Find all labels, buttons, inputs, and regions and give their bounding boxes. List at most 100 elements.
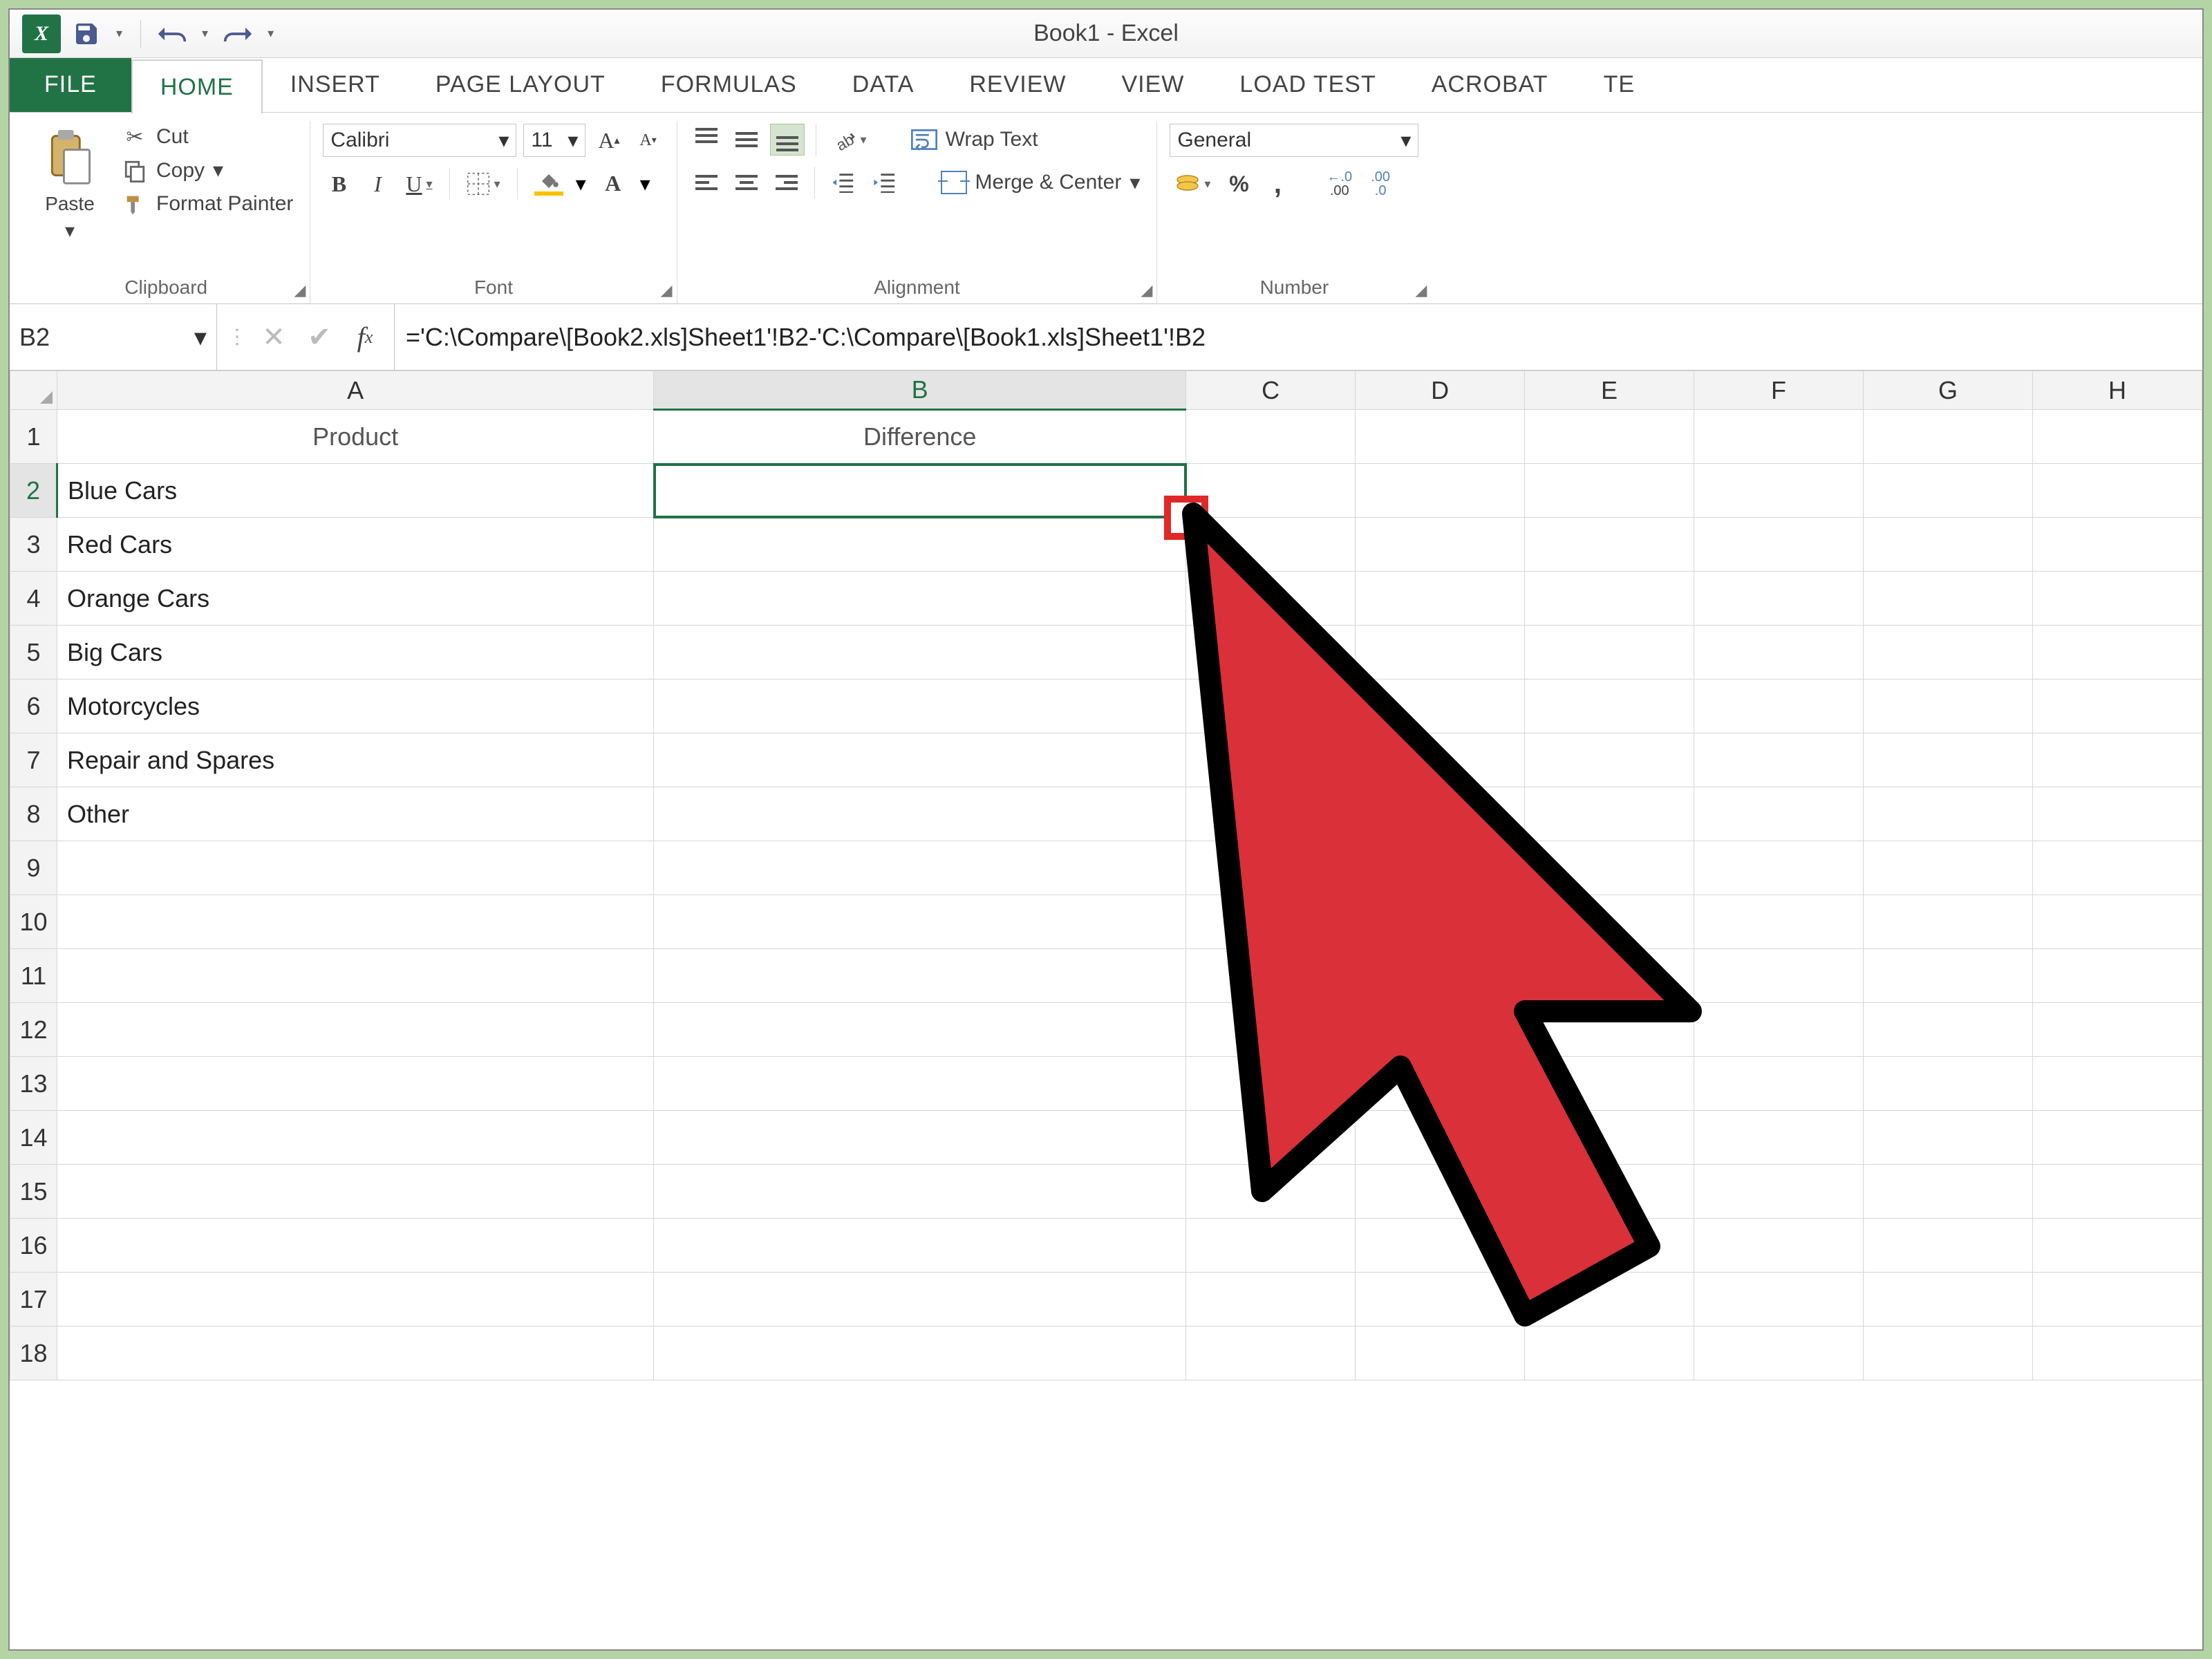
cell-C1[interactable] [1186, 410, 1356, 464]
cell-B8[interactable] [654, 787, 1186, 841]
row-header-8[interactable]: 8 [10, 787, 57, 841]
row-header-17[interactable]: 17 [10, 1273, 57, 1327]
cell-A13[interactable] [57, 1057, 654, 1111]
cell-B1[interactable]: Difference [654, 410, 1186, 464]
align-top-button[interactable] [690, 124, 723, 156]
column-header-D[interactable]: D [1356, 371, 1525, 410]
row-header-16[interactable]: 16 [10, 1219, 57, 1273]
percent-button[interactable]: % [1223, 168, 1255, 200]
row-header-4[interactable]: 4 [10, 572, 57, 626]
cell-H16[interactable] [2032, 1219, 2202, 1273]
cell-A17[interactable] [57, 1273, 654, 1327]
chevron-down-icon[interactable]: ▾ [576, 172, 586, 196]
chevron-down-icon[interactable]: ▾ [640, 172, 650, 196]
cell-B6[interactable] [654, 679, 1186, 733]
row-header-14[interactable]: 14 [10, 1111, 57, 1165]
tab-data[interactable]: DATA [825, 58, 942, 112]
dialog-launcher-icon[interactable]: ◢ [294, 281, 306, 299]
cell-A3[interactable]: Red Cars [57, 518, 654, 572]
dialog-launcher-icon[interactable]: ◢ [1415, 281, 1427, 299]
accounting-format-button[interactable]: ▾ [1170, 168, 1216, 200]
column-header-G[interactable]: G [1864, 371, 2033, 410]
column-header-F[interactable]: F [1694, 371, 1864, 410]
row-header-6[interactable]: 6 [10, 679, 57, 733]
cell-B9[interactable] [654, 841, 1186, 895]
cell-G17[interactable] [1864, 1273, 2033, 1327]
dialog-launcher-icon[interactable]: ◢ [1141, 281, 1152, 299]
cell-B10[interactable] [654, 895, 1186, 949]
tab-page-layout[interactable]: PAGE LAYOUT [408, 58, 633, 112]
cell-H5[interactable] [2032, 626, 2202, 679]
cell-H11[interactable] [2032, 949, 2202, 1003]
bold-button[interactable]: B [323, 168, 355, 200]
cut-button[interactable]: ✂ Cut [118, 124, 297, 150]
row-header-7[interactable]: 7 [10, 733, 57, 787]
cell-B15[interactable] [654, 1165, 1186, 1219]
cell-G8[interactable] [1864, 787, 2033, 841]
cell-A10[interactable] [57, 895, 654, 949]
cell-H4[interactable] [2032, 572, 2202, 626]
cell-B16[interactable] [654, 1219, 1186, 1273]
insert-function-button[interactable]: fx [346, 318, 384, 357]
cell-G4[interactable] [1864, 572, 2033, 626]
select-all-corner[interactable] [10, 371, 57, 410]
cell-A1[interactable]: Product [57, 410, 654, 464]
column-header-E[interactable]: E [1525, 371, 1694, 410]
font-size-dropdown[interactable]: 11 ▾ [523, 124, 585, 157]
paste-button[interactable]: Paste ▾ [35, 124, 105, 245]
row-header-12[interactable]: 12 [10, 1003, 57, 1057]
cell-A11[interactable] [57, 949, 654, 1003]
cell-H2[interactable] [2032, 464, 2202, 518]
merge-center-button[interactable]: Merge & Center ▾ [937, 169, 1145, 196]
cell-D1[interactable] [1356, 410, 1525, 464]
decrease-decimal-button[interactable]: .00 .0 [1365, 168, 1396, 200]
format-painter-button[interactable]: Format Painter [118, 191, 297, 217]
cell-A18[interactable] [57, 1327, 654, 1380]
worksheet-area[interactable]: ABCDEFGH 1ProductDifference2Blue Cars3Re… [10, 371, 2202, 1649]
cancel-formula-button[interactable]: ✕ [254, 318, 293, 357]
row-header-18[interactable]: 18 [10, 1327, 57, 1380]
decrease-font-button[interactable]: A▾ [632, 124, 664, 156]
cell-A2[interactable]: Blue Cars [57, 464, 654, 518]
cell-H1[interactable] [2032, 410, 2202, 464]
undo-dropdown-arrow[interactable]: ▾ [198, 26, 212, 41]
tab-review[interactable]: REVIEW [941, 58, 1094, 112]
cell-G7[interactable] [1864, 733, 2033, 787]
align-right-button[interactable] [770, 167, 803, 198]
row-header-2[interactable]: 2 [10, 464, 57, 518]
redo-button[interactable] [221, 17, 255, 51]
row-header-3[interactable]: 3 [10, 518, 57, 572]
confirm-formula-button[interactable]: ✔ [300, 318, 339, 357]
cell-A5[interactable]: Big Cars [57, 626, 654, 679]
row-header-1[interactable]: 1 [10, 410, 57, 464]
cell-B11[interactable] [654, 949, 1186, 1003]
cell-A8[interactable]: Other [57, 787, 654, 841]
borders-button[interactable]: ▾ [461, 168, 506, 200]
cell-G12[interactable] [1864, 1003, 2033, 1057]
orientation-button[interactable]: ab ▾ [827, 124, 872, 156]
cell-G13[interactable] [1864, 1057, 2033, 1111]
align-bottom-button[interactable] [770, 124, 805, 156]
cell-B12[interactable] [654, 1003, 1186, 1057]
cell-H7[interactable] [2032, 733, 2202, 787]
cell-G10[interactable] [1864, 895, 2033, 949]
tab-home[interactable]: HOME [131, 59, 263, 113]
cell-F1[interactable] [1694, 410, 1864, 464]
cell-A14[interactable] [57, 1111, 654, 1165]
cell-A16[interactable] [57, 1219, 654, 1273]
cell-H13[interactable] [2032, 1057, 2202, 1111]
column-header-B[interactable]: B [654, 371, 1186, 410]
cell-E1[interactable] [1525, 410, 1694, 464]
row-header-15[interactable]: 15 [10, 1165, 57, 1219]
row-header-10[interactable]: 10 [10, 895, 57, 949]
cell-G18[interactable] [1864, 1327, 2033, 1380]
column-header-C[interactable]: C [1186, 371, 1356, 410]
name-box[interactable]: B2 ▾ [10, 304, 217, 370]
tab-insert[interactable]: INSERT [263, 58, 408, 112]
cell-H9[interactable] [2032, 841, 2202, 895]
cell-H18[interactable] [2032, 1327, 2202, 1380]
tab-formulas[interactable]: FORMULAS [633, 58, 825, 112]
cell-B3[interactable] [654, 518, 1186, 572]
tab-view[interactable]: VIEW [1094, 58, 1212, 112]
cell-G6[interactable] [1864, 679, 2033, 733]
